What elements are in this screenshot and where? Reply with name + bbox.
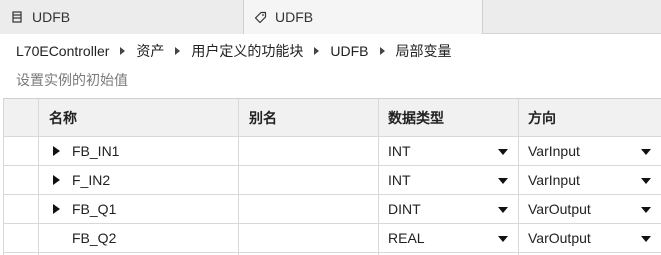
data-type-value: REAL	[388, 230, 425, 246]
alias-cell[interactable]	[239, 195, 379, 223]
dropdown-arrow-icon[interactable]	[498, 178, 508, 184]
name-cell[interactable]: F_IN2	[39, 166, 239, 194]
expand-arrow-icon[interactable]	[53, 175, 60, 185]
function-block-icon	[10, 10, 24, 24]
variable-name: FB_IN1	[72, 143, 120, 159]
column-header-name[interactable]: 名称	[39, 99, 239, 136]
column-header-direction[interactable]: 方向	[519, 99, 661, 136]
dropdown-arrow-icon[interactable]	[641, 178, 651, 184]
breadcrumb: L70EController 资产 用户定义的功能块 UDFB 局部变量	[16, 42, 452, 60]
variable-name: FB_Q1	[72, 201, 117, 217]
alias-cell[interactable]	[239, 166, 379, 194]
data-type-value: INT	[388, 143, 411, 159]
direction-dropdown[interactable]: VarOutput	[519, 195, 661, 223]
variables-table: 名称 别名 数据类型 方向 FB_IN1 INT VarInput F_IN2 …	[3, 98, 661, 255]
table-row[interactable]: FB_Q2 REAL VarOutput	[3, 224, 661, 253]
tab-label: UDFB	[32, 9, 71, 25]
tab-bar: UDFB UDFB	[0, 0, 661, 34]
tab-udfb-function-block[interactable]: UDFB	[0, 0, 243, 34]
chevron-right-icon	[175, 47, 181, 55]
name-cell[interactable]: FB_Q1	[39, 195, 239, 223]
alias-cell[interactable]	[239, 224, 379, 252]
row-selector[interactable]	[3, 224, 39, 252]
dropdown-arrow-icon[interactable]	[641, 149, 651, 155]
table-header-row: 名称 别名 数据类型 方向	[3, 99, 661, 137]
data-type-dropdown[interactable]: INT	[379, 166, 519, 194]
header-selector-cell	[3, 99, 39, 136]
expand-arrow-icon[interactable]	[53, 204, 60, 214]
row-selector[interactable]	[3, 195, 39, 223]
table-row[interactable]: F_IN2 INT VarInput	[3, 166, 661, 195]
direction-dropdown[interactable]: VarOutput	[519, 224, 661, 252]
direction-value: VarInput	[528, 143, 580, 159]
dropdown-arrow-icon[interactable]	[498, 207, 508, 213]
chevron-right-icon	[314, 47, 320, 55]
breadcrumb-item-udfb[interactable]: UDFB	[330, 43, 368, 59]
variable-name: FB_Q2	[72, 230, 117, 246]
column-header-alias[interactable]: 别名	[239, 99, 379, 136]
dropdown-arrow-icon[interactable]	[498, 149, 508, 155]
row-selector[interactable]	[3, 137, 39, 165]
direction-value: VarOutput	[528, 201, 591, 217]
dropdown-arrow-icon[interactable]	[641, 236, 651, 242]
alias-cell[interactable]	[239, 137, 379, 165]
name-cell[interactable]: FB_IN1	[39, 137, 239, 165]
breadcrumb-item-assets[interactable]: 资产	[136, 41, 164, 61]
direction-value: VarInput	[528, 172, 580, 188]
chevron-right-icon	[379, 47, 385, 55]
table-row[interactable]: FB_Q1 DINT VarOutput	[3, 195, 661, 224]
breadcrumb-item-local-variables: 局部变量	[395, 43, 452, 59]
expand-arrow-icon[interactable]	[53, 146, 60, 156]
data-type-dropdown[interactable]: DINT	[379, 195, 519, 223]
tag-icon	[253, 10, 267, 24]
data-type-dropdown[interactable]: INT	[379, 137, 519, 165]
column-header-data-type[interactable]: 数据类型	[379, 99, 519, 136]
row-selector[interactable]	[3, 166, 39, 194]
data-type-value: INT	[388, 172, 411, 188]
dropdown-arrow-icon[interactable]	[641, 207, 651, 213]
breadcrumb-item-udfb-category[interactable]: 用户定义的功能块	[191, 41, 303, 61]
name-cell[interactable]: FB_Q2	[39, 224, 239, 252]
data-type-dropdown[interactable]: REAL	[379, 224, 519, 252]
chevron-right-icon	[120, 47, 126, 55]
page-subtitle: 设置实例的初始值	[16, 72, 128, 88]
dropdown-arrow-icon[interactable]	[498, 236, 508, 242]
direction-value: VarOutput	[528, 230, 591, 246]
direction-dropdown[interactable]: VarInput	[519, 137, 661, 165]
direction-dropdown[interactable]: VarInput	[519, 166, 661, 194]
breadcrumb-item-controller[interactable]: L70EController	[16, 43, 109, 59]
data-type-value: DINT	[388, 201, 421, 217]
tab-udfb-local-variables[interactable]: UDFB	[243, 0, 483, 34]
table-row[interactable]: FB_IN1 INT VarInput	[3, 137, 661, 166]
variable-name: F_IN2	[72, 172, 111, 188]
tab-label: UDFB	[275, 9, 314, 25]
